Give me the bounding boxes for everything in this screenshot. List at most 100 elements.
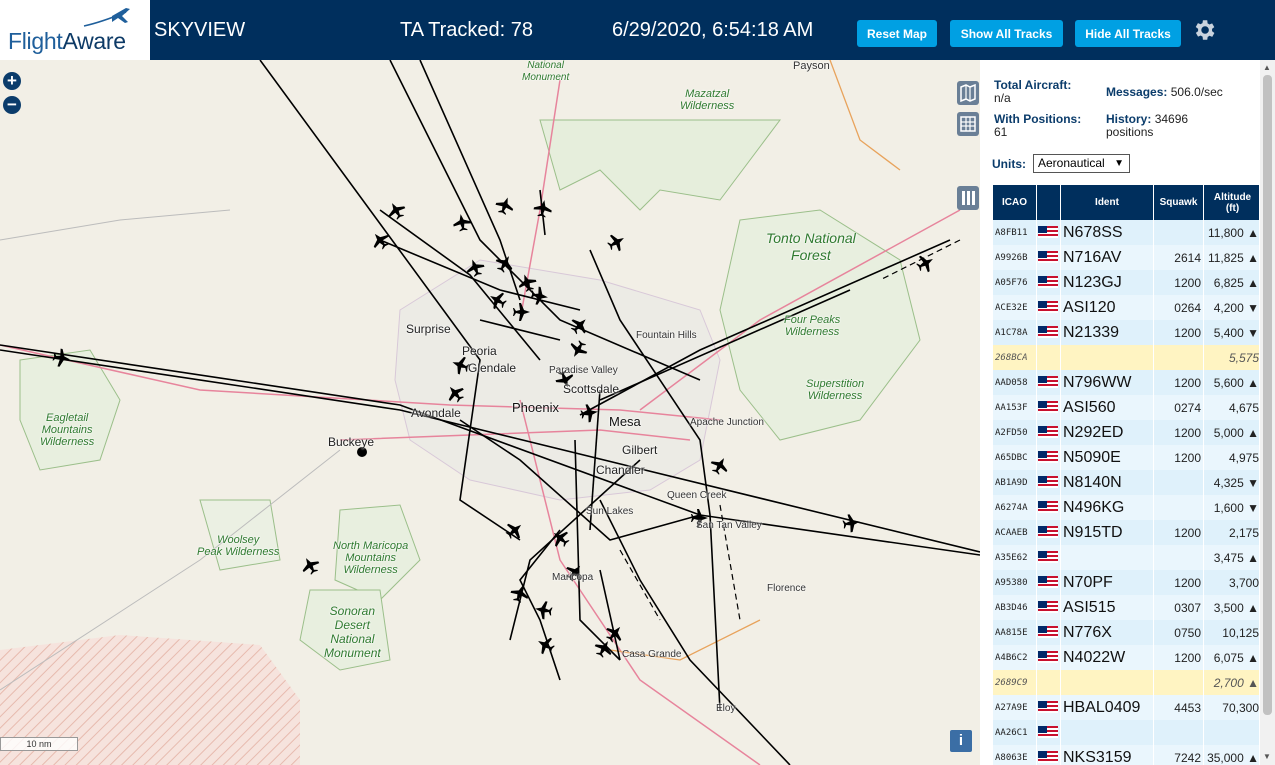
table-row[interactable]: A4B6C2 N4022W 1200 6,075 ▲ <box>993 645 1259 670</box>
hide-all-tracks-button[interactable]: Hide All Tracks <box>1075 20 1181 47</box>
table-row[interactable]: 2689C9 2,700 ▲ <box>993 670 1259 695</box>
col-header-icao[interactable]: ICAO <box>993 185 1036 220</box>
cell-icao: A9926B <box>993 245 1036 270</box>
messages-stat: Messages: 506.0/sec <box>1106 85 1223 99</box>
us-flag-icon <box>1038 251 1058 264</box>
table-row[interactable]: AA815E N776X 0750 10,125 <box>993 620 1259 645</box>
cell-ident: N4022W <box>1061 645 1153 670</box>
col-header-flag[interactable] <box>1037 185 1060 220</box>
cell-ident <box>1061 345 1153 370</box>
scrollbar-thumb[interactable] <box>1263 75 1272 715</box>
units-select[interactable]: Aeronautical ▼ <box>1033 154 1130 173</box>
logo-text-flight: Flight <box>8 28 63 54</box>
table-row[interactable]: A8FB11 N678SS 11,800 ▲ <box>993 220 1259 245</box>
col-header-ident[interactable]: Ident <box>1061 185 1153 220</box>
cell-flag <box>1037 270 1060 295</box>
grid-toggle-button[interactable] <box>957 112 979 136</box>
cell-ident: N915TD <box>1061 520 1153 545</box>
flightaware-logo[interactable]: FlightAware <box>0 0 150 60</box>
cell-flag <box>1037 695 1060 720</box>
us-flag-icon <box>1038 601 1058 614</box>
table-row[interactable]: A8063E NKS3159 7242 35,000 ▲ <box>993 745 1259 765</box>
cell-squawk: 7242 <box>1154 745 1203 765</box>
aircraft-sidebar: Total Aircraft: n/a Messages: 506.0/sec … <box>980 60 1275 765</box>
cell-icao: A95380 <box>993 570 1036 595</box>
table-row[interactable]: AA153F ASI560 0274 4,675 <box>993 395 1259 420</box>
show-all-tracks-button[interactable]: Show All Tracks <box>950 20 1063 47</box>
table-row[interactable]: A35E62 3,475 ▲ <box>993 545 1259 570</box>
info-button[interactable]: i <box>950 730 972 752</box>
us-flag-icon <box>1038 426 1058 439</box>
app-name: SKYVIEW <box>154 19 246 41</box>
table-row[interactable]: AB1A9D N8140N 4,325 ▼ <box>993 470 1259 495</box>
table-row[interactable]: A2FD50 N292ED 1200 5,000 ▲ <box>993 420 1259 445</box>
table-row[interactable]: ACE32E ASI120 0264 4,200 ▼ <box>993 295 1259 320</box>
table-row[interactable]: AA26C1 <box>993 720 1259 745</box>
table-row[interactable]: AAD058 N796WW 1200 5,600 ▲ <box>993 370 1259 395</box>
cell-squawk: 1200 <box>1154 520 1203 545</box>
cell-icao: AB3D46 <box>993 595 1036 620</box>
app-header: FlightAware SKYVIEW TA Tracked: 78 6/29/… <box>0 0 1275 60</box>
grid-icon <box>960 116 976 132</box>
map-type-button[interactable] <box>957 81 979 105</box>
cell-icao: AA153F <box>993 395 1036 420</box>
table-row[interactable]: A1C78A N21339 1200 5,400 ▼ <box>993 320 1259 345</box>
with-positions-stat: With Positions: 61 <box>994 112 1082 139</box>
zoom-in-button[interactable]: + <box>3 72 21 90</box>
columns-toggle-button[interactable] <box>957 186 979 210</box>
us-flag-icon <box>1038 651 1058 664</box>
us-flag-icon <box>1038 276 1058 289</box>
cell-flag <box>1037 520 1060 545</box>
cell-icao: A8063E <box>993 745 1036 765</box>
reset-map-button[interactable]: Reset Map <box>857 20 937 47</box>
cell-altitude: 5,400 ▼ <box>1204 320 1259 345</box>
cell-flag <box>1037 745 1060 765</box>
cell-flag <box>1037 320 1060 345</box>
cell-ident: N678SS <box>1061 220 1153 245</box>
scroll-down-icon[interactable]: ▼ <box>1263 752 1271 761</box>
map-label-gilbert: Gilbert <box>622 443 658 457</box>
cell-flag <box>1037 670 1060 695</box>
cell-altitude: 4,975 <box>1204 445 1259 470</box>
cell-flag <box>1037 645 1060 670</box>
us-flag-icon <box>1038 451 1058 464</box>
table-row[interactable]: 268BCA 5,575 <box>993 345 1259 370</box>
cell-squawk <box>1154 470 1203 495</box>
table-row[interactable]: AB3D46 ASI515 0307 3,500 ▲ <box>993 595 1259 620</box>
table-row[interactable]: A65DBC N5090E 1200 4,975 <box>993 445 1259 470</box>
cell-icao: A6274A <box>993 495 1036 520</box>
zoom-out-button[interactable]: − <box>3 96 21 114</box>
cell-icao: AAD058 <box>993 370 1036 395</box>
cell-squawk <box>1154 220 1203 245</box>
cell-flag <box>1037 220 1060 245</box>
table-row[interactable]: A9926B N716AV 2614 11,825 ▲ <box>993 245 1259 270</box>
cell-ident: HBAL0409 <box>1061 695 1153 720</box>
cell-flag <box>1037 495 1060 520</box>
table-row[interactable]: A05F76 N123GJ 1200 6,825 ▲ <box>993 270 1259 295</box>
gear-icon[interactable] <box>1191 17 1217 43</box>
cell-flag <box>1037 720 1060 745</box>
table-row[interactable]: A27A9E HBAL0409 4453 70,300 <box>993 695 1259 720</box>
col-header-squawk[interactable]: Squawk <box>1154 185 1203 220</box>
map-label-national-monument-top: National Monument <box>522 60 570 83</box>
table-row[interactable]: A95380 N70PF 1200 3,700 <box>993 570 1259 595</box>
aircraft-table: ICAO Ident Squawk Altitude (ft) A8FB11 N6… <box>992 185 1259 765</box>
table-row[interactable]: A6274A N496KG 1,600 ▼ <box>993 495 1259 520</box>
map-label-mazatzal: Mazatzal Wilderness <box>680 88 735 112</box>
scroll-up-icon[interactable]: ▲ <box>1263 63 1271 72</box>
cell-altitude: 5,575 <box>1204 345 1259 370</box>
cell-flag <box>1037 545 1060 570</box>
cell-squawk: 1200 <box>1154 645 1203 670</box>
cell-ident <box>1061 720 1153 745</box>
map-label-buckeye: Buckeye <box>328 435 375 449</box>
us-flag-icon <box>1038 751 1058 764</box>
table-row[interactable]: ACAAEB N915TD 1200 2,175 <box>993 520 1259 545</box>
flight-map[interactable]: Payson National Monument Mazatzal Wilder… <box>0 60 980 765</box>
map-label-paradise-valley: Paradise Valley <box>549 365 618 376</box>
col-header-altitude[interactable]: Altitude (ft) <box>1204 185 1259 220</box>
us-flag-icon <box>1038 401 1058 414</box>
map-label-florence: Florence <box>767 583 806 594</box>
cell-ident: N70PF <box>1061 570 1153 595</box>
map-label-tonto: Tonto National Forest <box>766 230 856 263</box>
cell-squawk <box>1154 345 1203 370</box>
